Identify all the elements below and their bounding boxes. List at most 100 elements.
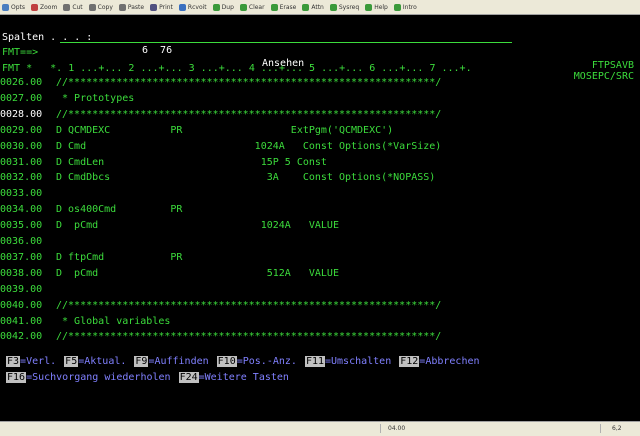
source-line[interactable]: 0036.00 (0, 235, 640, 248)
function-key-f9[interactable]: F9=Auffinden (134, 356, 209, 367)
toolbar-label: Dup (221, 3, 234, 11)
function-key-label: =Aktual. (78, 356, 127, 367)
intro-icon (393, 3, 401, 11)
toolbar: Opts Zoom Cut Copy Paste Print Rcvoit Dup Clear E… (0, 0, 640, 15)
source-text: * Prototypes (56, 92, 135, 104)
source-line[interactable]: 0034.00 D os400Cmd PR (0, 203, 640, 216)
source-line[interactable]: 0033.00 (0, 187, 640, 200)
source-text: D pCmd 1024A VALUE (56, 220, 339, 232)
sysreq-icon (329, 3, 337, 11)
header-line-2: FMT==> FTPSAVB (0, 33, 640, 71)
function-key-label: =Abbrechen (419, 356, 480, 367)
toolbar-erase-button[interactable]: Erase (270, 1, 297, 14)
dup-icon (212, 3, 220, 11)
function-key-f10[interactable]: F10=Pos.-Anz. (216, 356, 297, 367)
sequence-number: 0040.00 (0, 299, 43, 311)
zoom-icon (31, 3, 39, 11)
source-text: D os400Cmd PR (56, 204, 183, 216)
options-icon (2, 3, 9, 11)
help-icon (365, 3, 373, 11)
toolbar-rcvoit-button[interactable]: Rcvoit (178, 1, 207, 14)
source-text: D QCMDEXC PR ExtPgm('QCMDEXC') (56, 124, 394, 136)
toolbar-cut-button[interactable]: Cut (63, 1, 83, 14)
function-key-f5[interactable]: F5=Aktual. (64, 356, 126, 367)
toolbar-label: Erase (279, 3, 297, 11)
source-line[interactable]: 0038.00 D pCmd 512A VALUE (0, 267, 640, 280)
toolbar-label: Paste (127, 3, 145, 11)
source-line[interactable]: 0031.00 D CmdLen 15P 5 Const (0, 156, 640, 169)
toolbar-sysreq-button[interactable]: Sysreq (329, 1, 360, 14)
toolbar-label: Copy (97, 3, 113, 11)
source-text: * Global variables (56, 315, 171, 327)
source-line[interactable]: 0029.00 D QCMDEXC PR ExtPgm('QCMDEXC') (0, 124, 640, 137)
sequence-number: 0042.00 (0, 331, 43, 343)
terminal-screen[interactable]: Spalten . . . : 6 76 Ansehen MOSEPC/SRC … (0, 15, 640, 421)
function-key-f24[interactable]: F24=Weitere Tasten (178, 372, 289, 383)
toolbar-label: Zoom (40, 3, 58, 11)
toolbar-print-button[interactable]: Print (150, 1, 173, 14)
function-key-f3[interactable]: F3=Verl. (6, 356, 56, 367)
print-icon (150, 3, 158, 11)
source-line[interactable]: 0042.00 //*******************************… (0, 330, 640, 343)
source-line[interactable]: 0032.00 D CmdDbcs 3A Const Options(*NOPAS… (0, 171, 640, 184)
sequence-number: 0032.00 (0, 172, 43, 184)
toolbar-clear-button[interactable]: Clear (239, 1, 265, 14)
function-key-code: F10 (216, 356, 237, 367)
source-line[interactable]: 0039.00 (0, 283, 640, 296)
source-line[interactable]: 0040.00 //*******************************… (0, 299, 640, 312)
source-text: //**************************************… (56, 77, 442, 88)
function-key-code: F11 (304, 356, 325, 367)
function-key-line: F3=Verl. F5=Aktual. F9=Auffinden F10=Pos.-A… (6, 355, 488, 368)
source-line[interactable]: 0026.00 //*******************************… (0, 76, 640, 89)
function-key-label: =Umschalten (325, 356, 392, 367)
function-key-code: F9 (134, 356, 149, 367)
function-key-line: F16=Suchvorgang wiederholen F24=Weitere T… (6, 371, 297, 384)
function-key-f12[interactable]: F12=Abbrechen (399, 356, 480, 367)
source-text: D CmdDbcs 3A Const Options(*NOPASS) (56, 172, 436, 184)
function-key-f16[interactable]: F16=Suchvorgang wiederholen (6, 372, 171, 383)
paste-icon (118, 3, 126, 11)
toolbar-attn-button[interactable]: Attn (302, 1, 324, 14)
toolbar-paste-button[interactable]: Paste (118, 1, 145, 14)
source-line[interactable]: 0041.00 * Global variables (0, 315, 640, 328)
source-line[interactable]: 0027.00 * Prototypes (0, 92, 640, 105)
command-input[interactable] (60, 42, 512, 43)
source-line[interactable]: 0037.00 D ftpCmd PR (0, 251, 640, 264)
toolbar-label: Sysreq (338, 3, 360, 11)
toolbar-intro-button[interactable]: Intro (393, 1, 417, 14)
toolbar-dup-button[interactable]: Dup (212, 1, 234, 14)
status-bar: 04.00 6,2 (0, 421, 640, 436)
function-key-code: F5 (64, 356, 79, 367)
cut-icon (63, 3, 71, 11)
toolbar-opts-button[interactable]: Opts (2, 1, 25, 14)
source-line[interactable]: 0028.00 //*******************************… (0, 108, 640, 121)
sequence-number: 0030.00 (0, 140, 43, 152)
toolbar-label: Clear (248, 3, 265, 11)
toolbar-help-button[interactable]: Help (365, 1, 388, 14)
sequence-number: 0028.00 (0, 108, 43, 120)
sequence-number: 0039.00 (0, 283, 43, 295)
function-key-label: =Weitere Tasten (198, 372, 289, 383)
toolbar-label: Print (159, 3, 173, 11)
copy-icon (88, 3, 96, 11)
function-key-code: F16 (6, 372, 27, 383)
source-line[interactable]: 0035.00 D pCmd 1024A VALUE (0, 219, 640, 232)
toolbar-label: Cut (72, 3, 83, 11)
source-text: D pCmd 512A VALUE (56, 267, 339, 279)
toolbar-copy-button[interactable]: Copy (88, 1, 113, 14)
function-key-label: =Verl. (20, 356, 57, 367)
erase-icon (270, 3, 278, 11)
toolbar-label: Help (374, 3, 388, 11)
toolbar-zoom-button[interactable]: Zoom (31, 1, 57, 14)
toolbar-label: Attn (311, 3, 324, 11)
source-line[interactable]: 0030.00 D Cmd 1024A Const Options(*VarSiz… (0, 140, 640, 153)
source-text: //**************************************… (56, 108, 442, 120)
function-key-label: =Auffinden (148, 356, 209, 367)
session-indicator: 04.00 (388, 425, 406, 432)
sequence-number: 0034.00 (0, 204, 43, 216)
function-key-label: =Pos.-Anz. (236, 356, 297, 367)
sequence-number: 0037.00 (0, 251, 43, 263)
function-key-code: F3 (6, 356, 21, 367)
function-key-code: F24 (178, 372, 199, 383)
function-key-f11[interactable]: F11=Umschalten (304, 356, 392, 367)
